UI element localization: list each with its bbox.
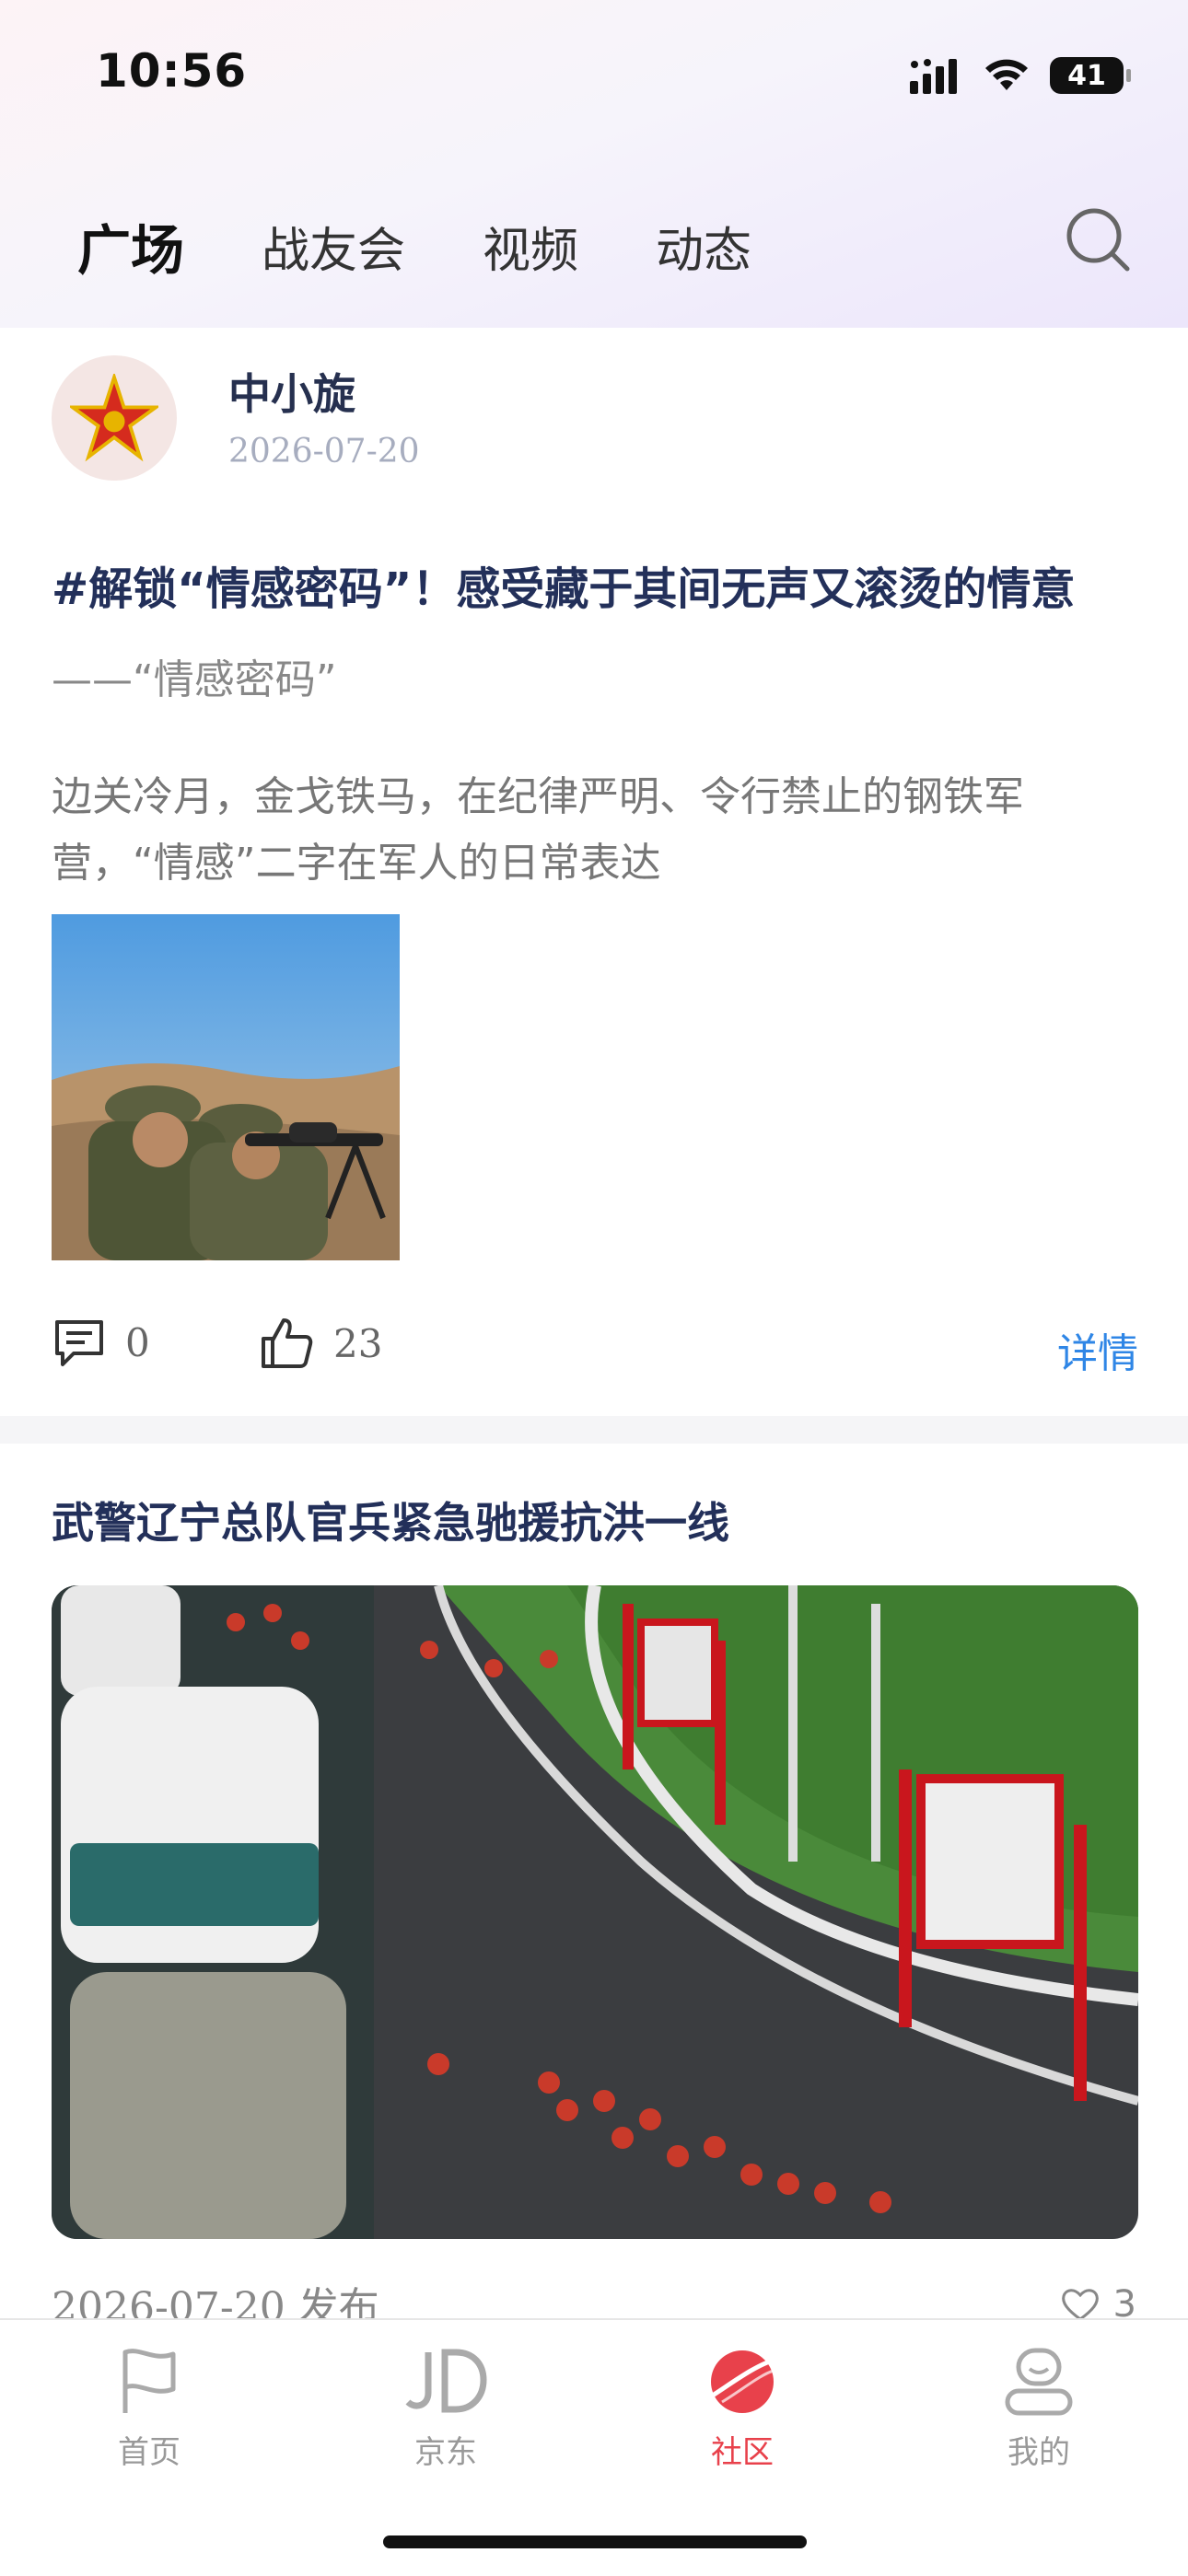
red-star-emblem-icon — [70, 374, 158, 462]
like-count: 23 — [333, 1320, 383, 1366]
nav-jd-label: 京东 — [414, 2434, 477, 2471]
tab-comrades[interactable]: 战友会 — [262, 212, 405, 281]
like-button[interactable]: 23 — [258, 1315, 382, 1372]
post2-title[interactable]: 武警辽宁总队官兵紧急驰援抗洪一线 — [52, 1490, 729, 1550]
planet-icon — [709, 2350, 776, 2413]
post-actions: 0 23 详情 — [52, 1315, 1138, 1379]
status-time: 10:56 — [96, 44, 248, 98]
tab-plaza[interactable]: 广场 — [77, 207, 184, 284]
author-name[interactable]: 中小旋 — [228, 361, 355, 422]
heart-icon — [1061, 2289, 1099, 2321]
author-avatar[interactable] — [52, 355, 177, 481]
nav-jd[interactable]: 京东 — [354, 2340, 538, 2472]
post-excerpt[interactable]: 边关冷月，金戈铁马，在纪律严明、令行禁止的钢铁军营，“情感”二字在军人的日常表达 — [52, 764, 1138, 897]
battery-indicator: 41 — [1050, 57, 1131, 94]
top-tabs: 广场 战友会 视频 动态 — [77, 207, 829, 284]
comment-icon — [55, 1320, 103, 1366]
feed-divider — [0, 1416, 1188, 1444]
status-icons: 41 — [910, 53, 1131, 98]
comment-button[interactable]: 0 — [52, 1315, 150, 1370]
nav-home-label: 首页 — [118, 2434, 181, 2471]
nav-profile[interactable]: 我的 — [947, 2340, 1131, 2472]
thumbs-up-icon — [262, 1318, 313, 1368]
post-title[interactable]: #解锁“情感密码”！感受藏于其间无声又滚烫的情意 — [52, 552, 1147, 617]
nav-community[interactable]: 社区 — [650, 2340, 834, 2472]
signal-icon — [910, 59, 957, 94]
tab-video[interactable]: 视频 — [483, 212, 578, 281]
wifi-icon — [985, 59, 1028, 90]
search-icon[interactable] — [1063, 204, 1133, 274]
comment-count: 0 — [125, 1319, 150, 1365]
tab-dynamics[interactable]: 动态 — [656, 212, 751, 281]
detail-link[interactable]: 详情 — [1057, 1320, 1138, 1379]
jd-icon — [405, 2349, 487, 2413]
home-indicator[interactable] — [383, 2535, 807, 2548]
nav-profile-label: 我的 — [1007, 2434, 1070, 2471]
post-image[interactable] — [52, 914, 400, 1260]
profile-icon — [1005, 2348, 1073, 2416]
flag-icon — [122, 2349, 176, 2413]
post2-image[interactable] — [52, 1585, 1138, 2239]
post-subtitle: ——“情感密码” — [52, 656, 337, 703]
post-date: 2026-07-20 — [228, 433, 420, 470]
nav-community-label: 社区 — [711, 2434, 774, 2471]
nav-home[interactable]: 首页 — [57, 2340, 241, 2472]
